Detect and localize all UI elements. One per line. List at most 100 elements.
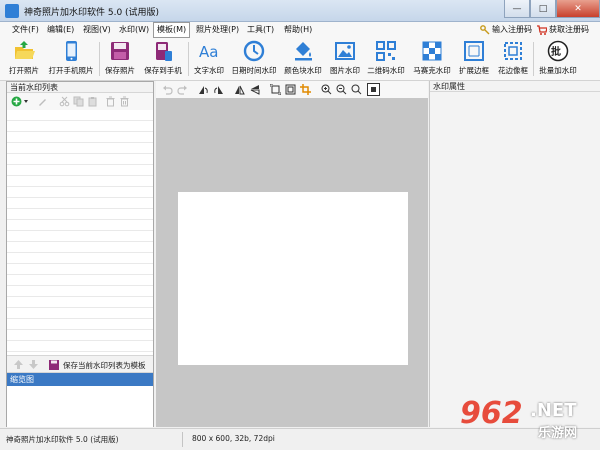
mosaic-watermark-button[interactable]: 马赛克水印 [410,40,454,78]
move-up-button[interactable] [13,359,24,372]
zoom-actual-button[interactable] [351,84,362,95]
clock-icon [243,40,265,62]
expand-border-button[interactable]: 扩展边框 [456,40,492,78]
batch-icon: 批 [547,40,569,62]
window-title: 神奇照片加水印软件 5.0 (试用版) [24,8,160,18]
rotate-left-button[interactable] [198,84,209,95]
menu-photo-process[interactable]: 照片处理(P) [193,23,242,37]
rotate-left-icon [199,86,208,94]
canvas-size-icon [285,84,296,95]
save-phone-icon [156,42,172,61]
save-template-button[interactable] [48,359,60,373]
floppy-disk-icon [49,360,59,370]
delete-button[interactable] [105,96,116,107]
svg-text:Aa: Aa [199,43,218,61]
watermark-net: .NET [530,400,577,421]
redo-icon [177,85,187,95]
image-canvas[interactable] [178,192,408,365]
arrow-down-icon [29,360,38,369]
rotate-right-button[interactable] [213,84,224,95]
save-to-phone-button[interactable]: 保存到手机 [141,40,185,78]
watermark-list-actions: 保存当前水印列表为模板 [7,355,153,373]
lace-border-button[interactable]: 花边像框 [495,40,531,78]
copy-icon [73,96,84,107]
status-divider [182,432,183,447]
flip-vertical-button[interactable] [249,84,260,95]
zoom-actual-icon [351,84,362,95]
thumbnail-title: 缩览图 [7,373,153,386]
menu-help[interactable]: 帮助(H) [281,23,315,37]
zoom-in-icon [321,84,332,95]
menu-watermark[interactable]: 水印(W) [116,23,152,37]
qrcode-watermark-button[interactable]: 二维码水印 [366,40,406,78]
title-bar: 神奇照片加水印软件 5.0 (试用版) — □ ✕ [0,0,600,22]
toolbar-separator [188,42,189,76]
redo-button[interactable] [177,84,188,95]
fit-window-icon [367,83,380,96]
flip-horizontal-icon [235,85,245,95]
open-phone-photo-button[interactable]: 打开手机照片 [46,40,96,78]
menu-edit[interactable]: 编辑(E) [44,23,77,37]
cut-button[interactable] [59,96,70,107]
menu-tools[interactable]: 工具(T) [244,23,277,37]
lace-frame-icon [504,42,522,60]
watermark-properties-panel: 水印属性 [429,81,600,427]
save-photo-button[interactable]: 保存照片 [102,40,138,78]
text-watermark-button[interactable]: Aa 文字水印 [192,40,226,78]
canvas-size-button[interactable] [285,84,296,95]
image-icon [335,42,355,60]
chevron-down-icon [24,100,28,103]
watermark-list-title: 当前水印列表 [7,82,153,93]
arrow-up-icon [14,360,23,369]
zoom-out-button[interactable] [336,84,347,95]
app-icon [5,4,19,18]
pencil-icon [39,99,46,106]
copy-button[interactable] [73,96,84,107]
minimize-button[interactable]: — [504,0,530,18]
watermark-list[interactable] [7,110,153,355]
site-watermark-logo: 962 .NET 乐游网 [460,396,596,446]
enter-code-link[interactable]: 输入注册码 [480,24,532,35]
save-template-label[interactable]: 保存当前水印列表为模板 [63,360,146,371]
get-code-link[interactable]: 获取注册码 [537,24,589,35]
add-watermark-button[interactable] [11,96,22,107]
image-watermark-button[interactable]: 图片水印 [327,40,363,78]
undo-icon [163,85,173,95]
edit-watermark-button[interactable] [37,96,48,107]
thumbnail-area [7,386,153,427]
crop-button[interactable] [300,84,311,95]
key-icon [480,24,490,34]
move-down-button[interactable] [28,359,39,372]
delete-all-button[interactable] [119,96,130,107]
undo-button[interactable] [162,84,173,95]
flip-horizontal-button[interactable] [234,84,245,95]
trash-icon [106,96,115,107]
color-block-watermark-button[interactable]: 颜色块水印 [282,40,324,78]
qrcode-icon [376,41,396,61]
floppy-disk-icon [111,42,129,60]
text-aa-icon: Aa [199,43,218,61]
status-app-name: 神奇照片加水印软件 5.0 (试用版) [6,435,119,444]
fit-window-button[interactable] [367,83,380,96]
crop-icon [300,84,311,95]
menu-view[interactable]: 视图(V) [80,23,114,37]
close-button[interactable]: ✕ [556,0,600,18]
open-photo-button[interactable]: 打开照片 [6,40,42,78]
batch-watermark-button[interactable]: 批 批量加水印 [536,40,580,78]
paint-bucket-icon [295,42,312,61]
resize-button[interactable] [269,83,282,96]
menu-template[interactable]: 模板(M) [153,22,191,38]
mosaic-icon [422,41,442,61]
menu-file[interactable]: 文件(F) [9,23,42,37]
add-dropdown-arrow[interactable] [23,96,29,107]
zoom-in-button[interactable] [321,84,332,95]
datetime-watermark-button[interactable]: 日期时间水印 [229,40,279,78]
toolbar-separator [533,42,534,76]
canvas-background [156,98,428,427]
zoom-out-icon [336,84,347,95]
paste-button[interactable] [87,96,98,107]
editor-toolbar [156,81,428,99]
plus-circle-icon [11,96,22,107]
expand-border-icon [464,41,484,61]
maximize-button[interactable]: □ [530,0,556,18]
